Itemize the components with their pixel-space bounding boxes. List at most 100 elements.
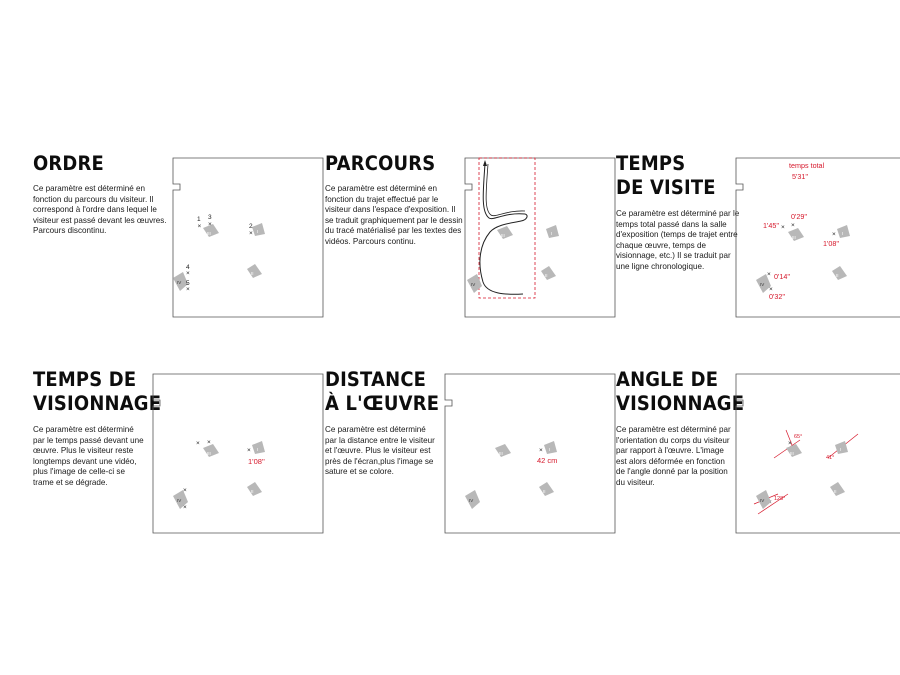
angle-label: 128° xyxy=(774,496,785,502)
svg-text:I: I xyxy=(257,229,258,234)
panel-angle: ANGLE DE VISIONNAGE Ce paramètre est dét… xyxy=(616,368,900,543)
artwork-IV: IV xyxy=(465,490,480,509)
svg-text:IV: IV xyxy=(471,282,475,287)
svg-text:II: II xyxy=(834,489,837,494)
svg-text:II: II xyxy=(543,489,546,494)
svg-text:IV: IV xyxy=(760,282,764,287)
visitor-cross: × xyxy=(207,439,211,446)
plan-outline xyxy=(735,373,900,534)
artwork-II: II xyxy=(247,482,262,496)
panel-title: ANGLE DE VISIONNAGE xyxy=(616,368,745,415)
plan-outline xyxy=(464,157,616,318)
panel-title: DISTANCE À L'ŒUVRE xyxy=(325,368,440,415)
panel-description: Ce paramètre est déterminé par la distan… xyxy=(325,425,435,477)
artwork-I: I xyxy=(837,225,850,238)
panel-distance: DISTANCE À L'ŒUVRE Ce paramètre est déte… xyxy=(325,368,616,543)
plan-outline xyxy=(172,157,324,318)
panel-title: PARCOURS xyxy=(325,152,436,175)
visitor-cross: × xyxy=(186,286,190,293)
visitor-cross: × xyxy=(196,440,200,447)
svg-text:III: III xyxy=(501,233,505,238)
angle-label: 65° xyxy=(794,434,802,440)
visitor-cross: × xyxy=(247,447,251,454)
panel-description: Ce paramètre est déterminé par l'orienta… xyxy=(616,425,731,487)
time-label: 0'29'' xyxy=(791,212,808,221)
svg-text:III: III xyxy=(792,235,796,240)
panel-title: ORDRE xyxy=(33,152,104,175)
panel-parcours: PARCOURS Ce paramètre est déterminé en f… xyxy=(325,152,616,327)
floor-plan-parcours: III I II IV xyxy=(464,157,616,318)
svg-text:I: I xyxy=(840,447,841,452)
svg-text:I: I xyxy=(842,231,843,236)
artwork-I: I xyxy=(252,441,265,454)
panel-description: Ce paramètre est déterminé par le temps … xyxy=(33,425,144,487)
panel-description: Ce paramètre est déterminé par le temps … xyxy=(616,209,740,271)
svg-text:III: III xyxy=(790,451,794,456)
artwork-III: III xyxy=(203,444,219,457)
artwork-II: II xyxy=(247,264,262,278)
artwork-I: I xyxy=(252,223,265,236)
order-number: 1 xyxy=(197,216,201,223)
visitor-path-return xyxy=(485,163,526,217)
svg-text:IV: IV xyxy=(177,498,181,503)
visitor-cross: × xyxy=(249,230,253,237)
distance-label: 42 cm xyxy=(537,456,557,465)
artwork-IV: IV xyxy=(467,274,482,293)
panel-title: TEMPS DE VISITE xyxy=(616,152,716,199)
svg-text:II: II xyxy=(251,489,254,494)
svg-text:III: III xyxy=(207,231,211,236)
viewing-time-label: 1'08'' xyxy=(248,457,265,466)
floor-plan-angle: 65° 41° 128° × × × III I II IV xyxy=(735,373,900,534)
order-number: 2 xyxy=(249,223,253,230)
panel-title: TEMPS DE VISIONNAGE xyxy=(33,368,162,415)
svg-text:IV: IV xyxy=(177,280,181,285)
floor-plan-ordre: III I II IV 1 × 3 × 2 × 4 × 5 × xyxy=(172,157,324,318)
artwork-II: II xyxy=(541,266,556,280)
time-label: 0'32'' xyxy=(769,292,786,301)
artwork-I: I xyxy=(544,441,557,454)
svg-text:II: II xyxy=(836,273,839,278)
panel-temps-de-visite: TEMPS DE VISITE Ce paramètre est détermi… xyxy=(616,152,900,327)
artwork-II: II xyxy=(830,482,845,496)
panel-description: Ce paramètre est déterminé en fonction d… xyxy=(325,184,463,246)
artwork-III: III xyxy=(788,228,804,241)
floor-plan-distance: × 42 cm III I II IV xyxy=(444,373,616,534)
visitor-cross: × xyxy=(198,223,202,230)
visitor-cross: × xyxy=(832,231,836,238)
artwork-I: I xyxy=(546,225,559,238)
visitor-cross: × xyxy=(208,221,212,228)
artwork-IV: IV xyxy=(756,490,771,509)
angle-label: 41° xyxy=(826,455,834,461)
panel-ordre: ORDRE Ce paramètre est déterminé en fonc… xyxy=(33,152,324,327)
visitor-cross: × xyxy=(186,270,190,277)
total-time-label: temps total xyxy=(789,161,825,170)
floor-plan-temps-de-visite: temps total 5'31'' 1'45'' 0'29'' 1'08'' … xyxy=(735,157,900,318)
svg-text:III: III xyxy=(499,451,503,456)
artwork-II: II xyxy=(539,482,554,496)
time-label: 0'14'' xyxy=(774,272,791,281)
time-label: 1'45'' xyxy=(763,221,780,230)
plan-outline xyxy=(444,373,616,534)
floor-plan-temps-de-visionnage: × × × × × 1'08'' III I II IV xyxy=(152,373,324,534)
svg-text:IV: IV xyxy=(760,498,764,503)
visitor-cross: × xyxy=(539,447,543,454)
artwork-III: III xyxy=(497,226,513,239)
visitor-cross: × xyxy=(791,222,795,229)
panel-description: Ce paramètre est déterminé en fonction d… xyxy=(33,184,167,236)
plan-outline xyxy=(735,157,900,318)
svg-text:I: I xyxy=(549,447,550,452)
svg-text:II: II xyxy=(251,271,254,276)
artwork-III: III xyxy=(495,444,511,457)
time-label: 1'08'' xyxy=(823,239,840,248)
total-time-value: 5'31'' xyxy=(792,172,809,181)
visitor-cross: × xyxy=(781,224,785,231)
order-markers: 1 × 3 × 2 × 4 × 5 × xyxy=(186,214,253,293)
svg-text:I: I xyxy=(257,447,258,452)
artwork-II: II xyxy=(832,266,847,280)
svg-text:IV: IV xyxy=(469,498,473,503)
svg-text:II: II xyxy=(545,273,548,278)
visitor-cross: × xyxy=(767,271,771,278)
path-arrow-icon xyxy=(483,160,487,166)
svg-text:III: III xyxy=(207,451,211,456)
panel-temps-de-visionnage: TEMPS DE VISIONNAGE Ce paramètre est dét… xyxy=(33,368,324,543)
